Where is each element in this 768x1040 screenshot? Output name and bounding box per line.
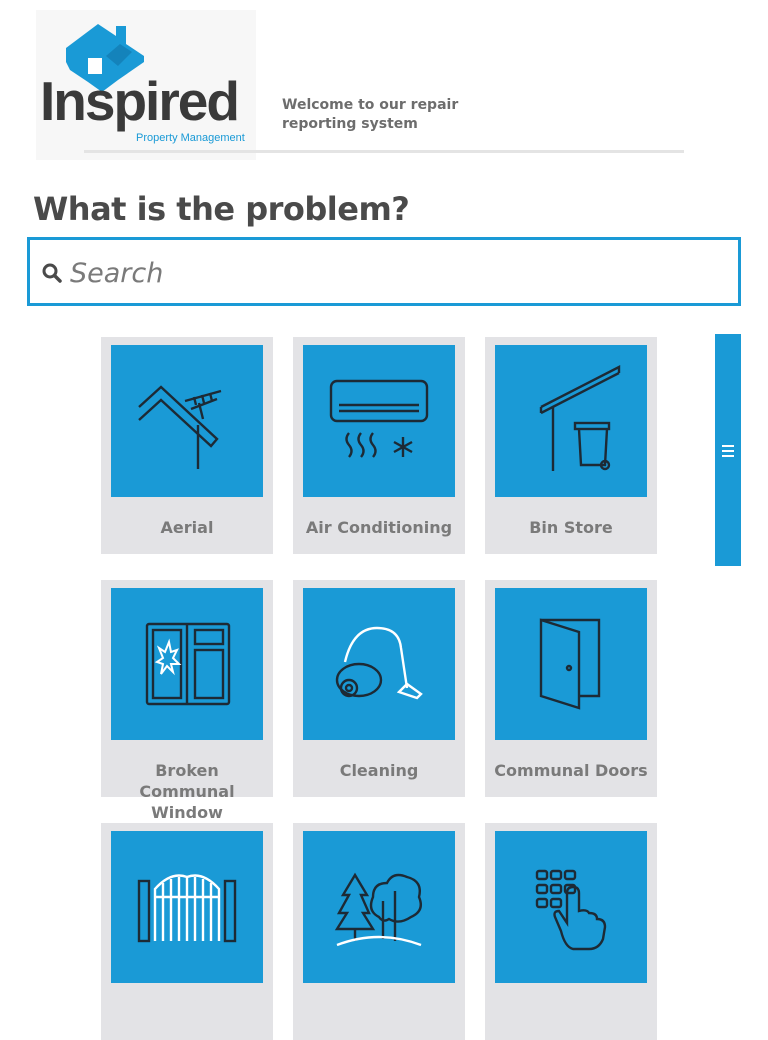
- keypad-icon: [535, 869, 607, 951]
- search-icon: [42, 263, 62, 283]
- header-divider: [84, 150, 684, 153]
- brand-name: Inspired: [40, 70, 240, 132]
- category-tile-aerial[interactable]: Aerial: [101, 337, 273, 554]
- category-tile-gate[interactable]: [101, 823, 273, 1040]
- search-input[interactable]: [68, 250, 722, 296]
- aerial-tile-image: [111, 345, 263, 497]
- category-tile-broken-communal-window[interactable]: Broken Communal Window: [101, 580, 273, 822]
- header: Inspired Property Management Welcome to …: [0, 0, 768, 160]
- brand-subtitle: Property Management: [136, 132, 245, 144]
- category-label: Broken Communal Window: [139, 761, 235, 822]
- category-tile-bin-store[interactable]: Bin Store: [485, 337, 657, 554]
- search-box[interactable]: [27, 237, 741, 306]
- air-conditioning-tile-image: [303, 345, 455, 497]
- broken-window-tile-image: [111, 588, 263, 740]
- aerial-icon: [138, 385, 222, 469]
- category-tile-communal-doors[interactable]: Communal Doors: [485, 580, 657, 797]
- gate-tile-image: [111, 831, 263, 983]
- category-label: Air Conditioning: [305, 518, 453, 537]
- keypad-tile-image: [495, 831, 647, 983]
- category-label: Communal Doors: [494, 761, 648, 780]
- category-tile-trees[interactable]: [293, 823, 465, 1040]
- category-label: Aerial: [160, 518, 214, 537]
- bin-store-icon: [539, 365, 621, 471]
- trees-tile-image: [303, 831, 455, 983]
- door-icon: [539, 618, 601, 710]
- category-tile-keypad[interactable]: [485, 823, 657, 1040]
- trees-icon: [334, 872, 422, 947]
- category-label: Bin Store: [529, 518, 613, 537]
- vacuum-cleaner-icon: [335, 626, 423, 700]
- communal-doors-tile-image: [495, 588, 647, 740]
- category-tile-air-conditioning[interactable]: Air Conditioning: [293, 337, 465, 554]
- bin-store-tile-image: [495, 345, 647, 497]
- category-label: Cleaning: [339, 761, 419, 780]
- air-conditioning-icon: [329, 379, 429, 458]
- page-title: What is the problem?: [33, 190, 410, 228]
- broken-window-icon: [145, 622, 231, 706]
- gate-icon: [137, 874, 237, 943]
- logo[interactable]: Inspired Property Management: [36, 10, 256, 160]
- welcome-text: Welcome to our repair reporting system: [282, 97, 459, 132]
- side-menu-tab[interactable]: [715, 334, 741, 566]
- category-tile-cleaning[interactable]: Cleaning: [293, 580, 465, 797]
- menu-icon: [722, 445, 734, 457]
- cleaning-tile-image: [303, 588, 455, 740]
